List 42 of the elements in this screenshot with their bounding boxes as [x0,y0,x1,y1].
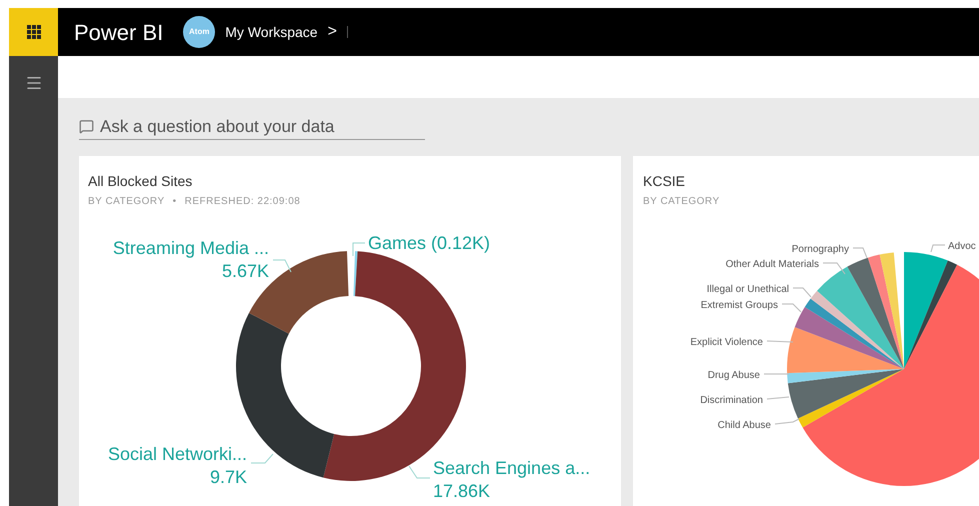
chart-label: Drug Abuse [708,370,760,381]
refresh-time: REFRESHED: 22:09:08 [184,195,300,209]
chart-label: Advoc [948,241,976,252]
data-label: 5.67K [222,261,269,281]
speech-bubble-icon [79,119,94,134]
leader-line [930,244,946,252]
data-label: 17.86K [433,481,490,501]
tile-title: All Blocked Sites [88,174,194,188]
tile-subtitle: BY CATEGORY [643,195,721,209]
tile-title: KCSIE [643,174,686,188]
leader-line [408,466,430,478]
leader-line [250,454,274,464]
leader-line [352,242,366,256]
workspace-button[interactable]: Atom My Workspace > [183,16,337,48]
data-label: Streaming Media ... [112,238,269,258]
data-label: Social Networki... [108,444,247,464]
data-label: Search Engines a... [433,458,590,478]
qna-field[interactable]: Ask a question about your data [79,114,425,140]
leader-line [766,340,794,342]
grid-icon [26,25,40,39]
leader-line [852,248,868,258]
tile-subtitle: BY CATEGORY [88,195,165,209]
chart-label: Extremist Groups [700,300,778,311]
chart-label: Child Abuse [718,420,771,431]
separator-dot: • [172,195,177,209]
leader-line [272,260,292,272]
app-launcher-button[interactable] [9,8,58,56]
chart-label: Discrimination [700,395,763,406]
leader-line [822,262,846,274]
chart-label: Illegal or Unethical [706,284,789,295]
leader-line [766,396,790,400]
leader-line [774,418,800,424]
chart-label: Other Adult Materials [726,259,819,270]
app-title: Power BI [74,18,164,46]
data-label: Games (0.12K) [368,233,490,253]
avatar: Atom [183,16,216,48]
menu-icon[interactable] [24,74,42,92]
leader-line [782,304,802,312]
data-label: 9.7K [210,467,247,487]
chart-label: Pornography [792,244,849,255]
chart-label: Explicit Violence [690,337,763,348]
leader-line [792,288,812,298]
